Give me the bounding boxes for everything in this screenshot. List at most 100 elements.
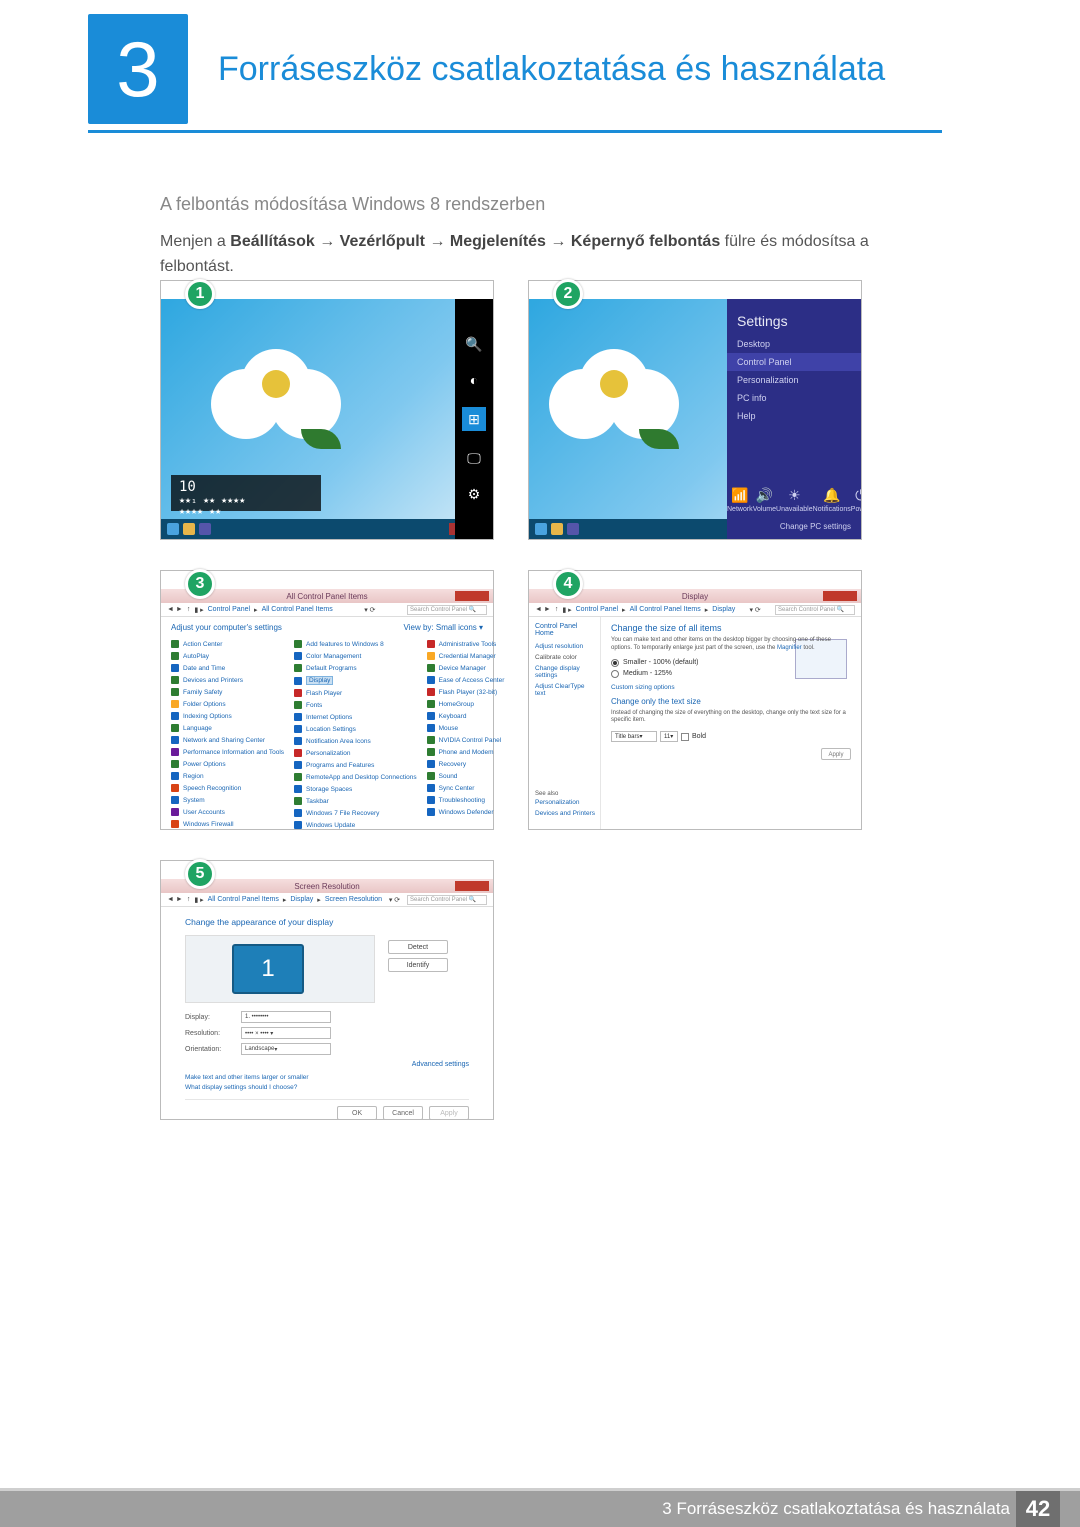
crumb-all[interactable]: All Control Panel Items — [630, 606, 701, 613]
monitor-preview[interactable]: 1 — [232, 944, 304, 994]
see-also-devices[interactable]: Devices and Printers — [535, 808, 595, 819]
taskbar-explorer-icon[interactable] — [551, 523, 563, 535]
crumb-cp[interactable]: Control Panel — [208, 606, 250, 613]
sidebar-header[interactable]: Control Panel Home — [535, 623, 594, 637]
charm-devices-icon[interactable]: 🖵 — [465, 449, 483, 467]
taskbar-ie-icon[interactable] — [535, 523, 547, 535]
cp-item[interactable]: Language — [171, 722, 284, 734]
side-change-display[interactable]: Change display settings — [535, 663, 594, 681]
identify-button[interactable]: Identify — [388, 958, 448, 972]
settings-item-controlpanel[interactable]: Control Panel — [727, 353, 861, 371]
cp-item[interactable]: Fonts — [294, 699, 417, 711]
item-dropdown[interactable]: Title bars ▾ — [611, 731, 657, 742]
taskbar-explorer-icon[interactable] — [183, 523, 195, 535]
cp-item[interactable]: Action Center — [171, 638, 284, 650]
apply-button[interactable]: Apply — [429, 1106, 469, 1120]
cp-item[interactable]: Indexing Options — [171, 710, 284, 722]
cp-item[interactable]: Location Settings — [294, 723, 417, 735]
advanced-settings-link[interactable]: Advanced settings — [185, 1061, 469, 1068]
ok-button[interactable]: OK — [337, 1106, 377, 1120]
cp-item[interactable]: Ease of Access Center — [427, 674, 505, 686]
settings-icon-unavailable[interactable]: ☀Unavailable — [776, 487, 813, 513]
cp-item[interactable]: NVIDIA Control Panel — [427, 734, 505, 746]
settings-item-desktop[interactable]: Desktop — [737, 335, 851, 353]
taskbar[interactable] — [161, 519, 493, 539]
cp-item[interactable]: Notification Area Icons — [294, 735, 417, 747]
text-larger-link[interactable]: Make text and other items larger or smal… — [185, 1074, 469, 1081]
cp-item[interactable]: Windows Update — [294, 819, 417, 831]
search-input[interactable]: Search Control Panel 🔍 — [407, 605, 487, 615]
cp-item[interactable]: Device Manager — [427, 662, 505, 674]
bold-checkbox[interactable] — [681, 733, 689, 741]
cp-item[interactable]: Troubleshooting — [427, 794, 505, 806]
crumb-cp[interactable]: Control Panel — [576, 606, 618, 613]
cp-item[interactable]: Keyboard — [427, 710, 505, 722]
view-by[interactable]: View by: Small icons ▾ — [404, 623, 483, 632]
cp-item[interactable]: Windows Firewall — [171, 818, 284, 830]
breadcrumb-bar[interactable]: ◄ ►↑▮ ▸ All Control Panel Items▸ Display… — [161, 893, 493, 907]
cp-item[interactable]: Programs and Features — [294, 759, 417, 771]
apply-button[interactable]: Apply — [821, 748, 851, 760]
cp-item[interactable]: Internet Options — [294, 711, 417, 723]
search-input[interactable]: Search Control Panel 🔍 — [407, 895, 487, 905]
side-calibrate[interactable]: Calibrate color — [535, 652, 594, 663]
settings-icon-network[interactable]: 📶Network — [727, 487, 753, 513]
cp-item[interactable]: Color Management — [294, 650, 417, 662]
crumb-display[interactable]: Display — [712, 606, 735, 613]
cp-item[interactable]: Credential Manager — [427, 650, 505, 662]
cp-item[interactable]: System — [171, 794, 284, 806]
cp-item[interactable]: Sound — [427, 770, 505, 782]
side-cleartype[interactable]: Adjust ClearType text — [535, 681, 594, 699]
orientation-dropdown[interactable]: Landscape ▾ — [241, 1043, 331, 1055]
charm-settings-icon[interactable]: ⚙ — [465, 485, 483, 503]
crumb-res[interactable]: Screen Resolution — [325, 896, 382, 903]
crumb-display[interactable]: Display — [290, 896, 313, 903]
cp-item[interactable]: Phone and Modem — [427, 746, 505, 758]
charm-share-icon[interactable]: ◐ — [465, 371, 483, 389]
breadcrumb-bar[interactable]: ◄ ►↑▮ ▸ Control Panel▸ All Control Panel… — [529, 603, 861, 617]
custom-sizing-link[interactable]: Custom sizing options — [611, 684, 851, 691]
settings-icon-volume[interactable]: 🔊Volume — [753, 487, 776, 513]
display-dropdown[interactable]: 1. •••••••• — [241, 1011, 331, 1023]
see-also-personalization[interactable]: Personalization — [535, 797, 595, 808]
cp-item[interactable]: Storage Spaces — [294, 783, 417, 795]
settings-item-personalization[interactable]: Personalization — [737, 371, 851, 389]
settings-item-pcinfo[interactable]: PC info — [737, 389, 851, 407]
settings-item-help[interactable]: Help — [737, 407, 851, 425]
cancel-button[interactable]: Cancel — [383, 1106, 423, 1120]
cp-item[interactable]: User Accounts — [171, 806, 284, 818]
cp-item[interactable]: Windows 7 File Recovery — [294, 807, 417, 819]
cp-item[interactable]: RemoteApp and Desktop Connections — [294, 771, 417, 783]
change-pc-settings-link[interactable]: Change PC settings — [780, 522, 851, 531]
side-adjust-resolution[interactable]: Adjust resolution — [535, 641, 594, 652]
magnifier-link[interactable]: Magnifier — [777, 645, 802, 651]
settings-icon-notifications[interactable]: 🔔Notifications — [813, 487, 851, 513]
taskbar-ie-icon[interactable] — [167, 523, 179, 535]
resolution-dropdown[interactable]: •••• × •••• ▾ — [241, 1027, 331, 1039]
settings-icon-power[interactable]: ⏻Power — [851, 487, 861, 513]
cp-item[interactable]: Folder Options — [171, 698, 284, 710]
search-input[interactable]: Search Control Panel 🔍 — [775, 605, 855, 615]
cp-item[interactable]: Taskbar — [294, 795, 417, 807]
cp-item[interactable]: AutoPlay — [171, 650, 284, 662]
cp-item[interactable]: Family Safety — [171, 686, 284, 698]
radio-medium[interactable] — [611, 670, 619, 678]
cp-item[interactable]: Default Programs — [294, 662, 417, 674]
size-dropdown[interactable]: 11 ▾ — [660, 731, 678, 742]
cp-item[interactable]: Administrative Tools — [427, 638, 505, 650]
breadcrumb-bar[interactable]: ◄ ►↑▮ ▸ Control Panel▸ All Control Panel… — [161, 603, 493, 617]
crumb-all[interactable]: All Control Panel Items — [262, 606, 333, 613]
cp-item[interactable]: Display — [294, 674, 417, 687]
radio-smaller[interactable] — [611, 659, 619, 667]
cp-item[interactable]: Power Options — [171, 758, 284, 770]
charm-start-icon[interactable]: ⊞ — [462, 407, 486, 431]
charm-search-icon[interactable]: 🔍 — [465, 335, 483, 353]
cp-item[interactable]: Recovery — [427, 758, 505, 770]
cp-item[interactable]: Performance Information and Tools — [171, 746, 284, 758]
cp-item[interactable]: Windows Defender — [427, 806, 505, 818]
cp-item[interactable]: Speech Recognition — [171, 782, 284, 794]
cp-item[interactable]: Region — [171, 770, 284, 782]
cp-item[interactable]: HomeGroup — [427, 698, 505, 710]
which-settings-link[interactable]: What display settings should I choose? — [185, 1084, 469, 1091]
cp-item[interactable] — [427, 818, 505, 830]
